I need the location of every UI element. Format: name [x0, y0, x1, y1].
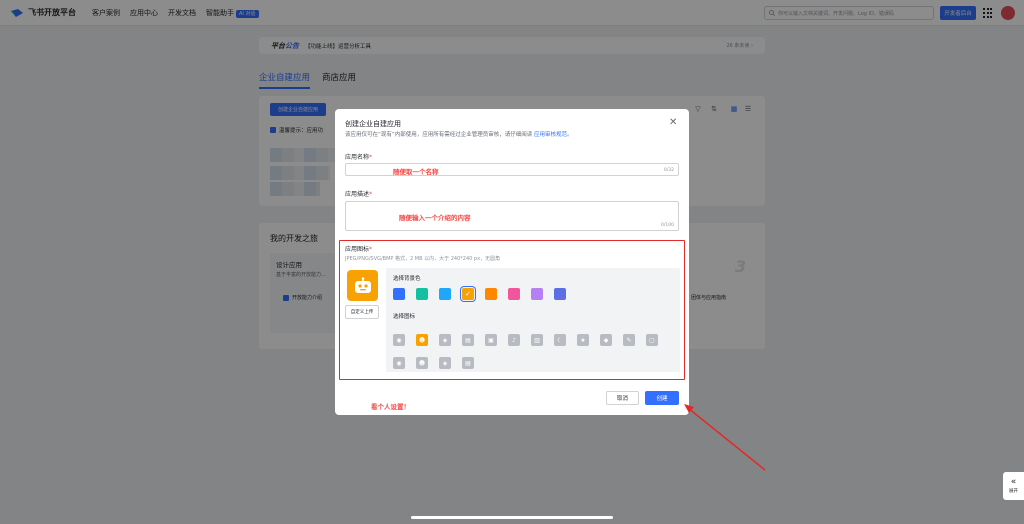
annotation-arrow: [684, 404, 766, 471]
double-chevron-left-icon: «: [1010, 477, 1017, 487]
expand-label: 展开: [1009, 489, 1018, 494]
expand-panel-button[interactable]: « 展开: [1003, 472, 1024, 500]
home-indicator: [411, 516, 613, 519]
